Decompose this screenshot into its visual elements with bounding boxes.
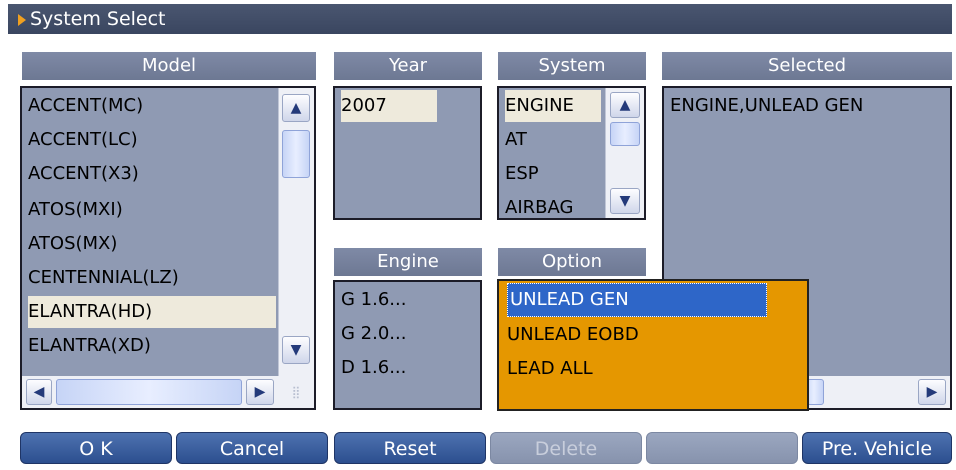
- model-vscroll[interactable]: ▲ ▼: [278, 88, 314, 376]
- list-item[interactable]: ATOS(MX): [28, 228, 117, 260]
- scroll-left-icon[interactable]: ◀: [26, 379, 52, 405]
- list-item[interactable]: G 2.0...: [341, 318, 406, 350]
- scroll-thumb[interactable]: [610, 122, 640, 146]
- option-item-selected[interactable]: UNLEAD GEN: [507, 283, 767, 317]
- model-header: Model: [22, 52, 316, 82]
- option-item[interactable]: UNLEAD EOBD: [507, 319, 639, 351]
- scroll-right-icon[interactable]: ▶: [918, 379, 946, 405]
- ok-button[interactable]: O K: [20, 432, 172, 464]
- list-item[interactable]: ACCENT(MC): [28, 90, 143, 122]
- cancel-button[interactable]: Cancel: [176, 432, 328, 464]
- list-item[interactable]: AIRBAG: [505, 192, 573, 218]
- scroll-thumb[interactable]: [56, 379, 242, 405]
- scroll-down-icon[interactable]: ▼: [610, 188, 640, 214]
- list-item[interactable]: D 1.6...: [341, 352, 406, 384]
- list-item[interactable]: ELANTRA(XD): [28, 330, 151, 362]
- engine-header: Engine: [334, 248, 482, 278]
- year-list[interactable]: 2007: [333, 86, 482, 220]
- year-header: Year: [334, 52, 482, 82]
- option-header: Option: [498, 248, 646, 278]
- system-list[interactable]: ENGINE AT ESP AIRBAG ▲ ▼: [497, 86, 646, 220]
- model-hscroll[interactable]: ◀ ▶: [22, 376, 278, 408]
- list-item-selected[interactable]: 2007: [341, 90, 437, 122]
- blank-button[interactable]: [646, 432, 798, 464]
- selected-header: Selected: [662, 52, 952, 82]
- list-item[interactable]: ESP: [505, 158, 539, 190]
- list-item[interactable]: ACCENT(LC): [28, 124, 138, 156]
- list-item[interactable]: AT: [505, 124, 527, 156]
- scroll-up-icon[interactable]: ▲: [610, 92, 640, 118]
- list-item[interactable]: G 1.6...: [341, 284, 406, 316]
- previous-vehicle-button[interactable]: Pre. Vehicle: [802, 432, 952, 464]
- scroll-down-icon[interactable]: ▼: [282, 336, 310, 364]
- list-item[interactable]: CENTENNIAL(LZ): [28, 262, 179, 294]
- system-vscroll[interactable]: ▲ ▼: [605, 88, 644, 218]
- option-item[interactable]: LEAD ALL: [507, 353, 593, 385]
- list-item-selected[interactable]: ELANTRA(HD): [28, 296, 276, 328]
- reset-button[interactable]: Reset: [334, 432, 486, 464]
- list-item-selected[interactable]: ENGINE: [505, 90, 601, 122]
- engine-list[interactable]: G 1.6... G 2.0... D 1.6...: [333, 280, 482, 410]
- scroll-right-icon[interactable]: ▶: [246, 379, 274, 405]
- window-title: System Select: [30, 8, 166, 30]
- system-header: System: [498, 52, 646, 82]
- model-list[interactable]: ACCENT(MC) ACCENT(LC) ACCENT(X3) ATOS(MX…: [20, 86, 316, 410]
- resize-grip-icon: ⣿: [278, 376, 314, 408]
- selected-item[interactable]: ENGINE,UNLEAD GEN: [670, 90, 863, 122]
- option-dropdown-list[interactable]: UNLEAD GEN UNLEAD EOBD LEAD ALL: [497, 279, 809, 411]
- list-item[interactable]: ATOS(MXI): [28, 194, 123, 226]
- scroll-thumb[interactable]: [282, 130, 310, 178]
- scroll-up-icon[interactable]: ▲: [282, 94, 310, 122]
- arrow-icon: [18, 13, 26, 26]
- delete-button[interactable]: Delete: [490, 432, 642, 464]
- title-bar: System Select: [8, 4, 952, 34]
- list-item[interactable]: ACCENT(X3): [28, 158, 139, 190]
